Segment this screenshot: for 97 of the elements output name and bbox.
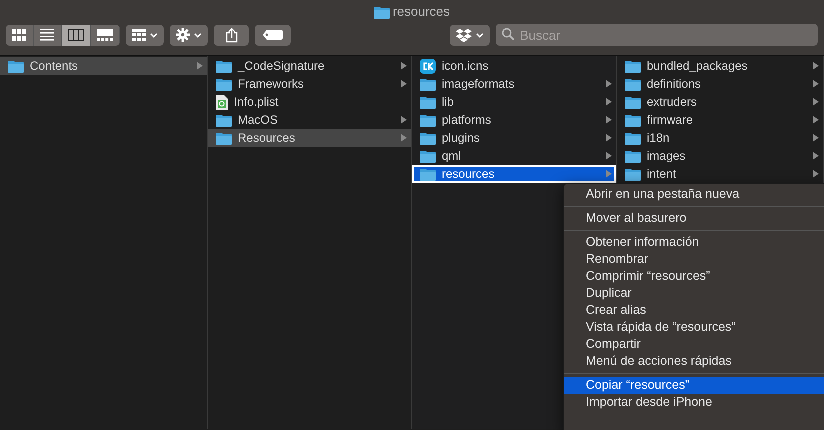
menu-item[interactable]: Mover al basurero <box>564 210 824 227</box>
tag-button[interactable] <box>255 24 291 46</box>
folder-icon <box>625 132 641 144</box>
caret-icon <box>194 32 202 38</box>
folder-icon <box>216 60 232 72</box>
file-name: extruders <box>647 94 698 111</box>
folder-icon <box>420 96 436 108</box>
menu-item[interactable]: Copiar “resources” <box>564 377 824 394</box>
file-name: plugins <box>442 130 482 147</box>
file-name: Frameworks <box>238 76 306 93</box>
folder-icon <box>420 114 436 126</box>
menu-item[interactable]: Compartir <box>564 336 824 353</box>
tag-icon <box>263 30 284 40</box>
share-button[interactable] <box>214 24 250 46</box>
file-row[interactable]: imageformats <box>412 75 616 93</box>
file-name: firmware <box>647 112 694 129</box>
document-icon <box>216 94 228 110</box>
file-name: i18n <box>647 130 671 147</box>
column-view-button[interactable] <box>62 24 91 46</box>
file-name: imageformats <box>442 76 516 93</box>
menu-item[interactable]: Obtener información <box>564 234 824 251</box>
folder-icon <box>625 60 641 72</box>
group-button[interactable] <box>126 24 164 46</box>
file-name: Contents <box>30 58 80 75</box>
file-name: platforms <box>442 112 492 129</box>
file-row[interactable]: intent <box>617 165 823 183</box>
file-row[interactable]: MacOS <box>208 111 411 129</box>
folder-icon <box>625 114 641 126</box>
file-name: _CodeSignature <box>238 58 326 75</box>
file-row[interactable]: Contents <box>0 57 207 75</box>
menu-item[interactable]: Duplicar <box>564 285 824 302</box>
file-name: intent <box>647 166 678 183</box>
folder-icon <box>420 132 436 144</box>
menu-item[interactable]: Menú de acciones rápidas <box>564 353 824 370</box>
file-name: Info.plist <box>234 94 280 111</box>
file-name: bundled_packages <box>647 58 749 75</box>
grid-view-icon <box>12 29 26 41</box>
folder-icon <box>625 150 641 162</box>
menu-item[interactable]: Renombrar <box>564 251 824 268</box>
folder-icon <box>374 6 390 18</box>
file-name: MacOS <box>238 112 280 129</box>
file-name: definitions <box>647 76 702 93</box>
gallery-view-button[interactable] <box>90 24 120 46</box>
folder-icon <box>420 168 436 180</box>
settings-button[interactable] <box>170 24 208 46</box>
search-icon <box>502 28 516 41</box>
file-name: resources <box>442 166 496 183</box>
folder-icon <box>216 132 232 144</box>
file-row[interactable]: icon.icns <box>412 57 616 75</box>
file-name: Resources <box>238 130 296 147</box>
file-row[interactable]: firmware <box>617 111 823 129</box>
caret-icon <box>150 32 158 38</box>
file-row[interactable]: platforms <box>412 111 616 129</box>
app-icon <box>420 58 436 74</box>
file-row[interactable]: Frameworks <box>208 75 411 93</box>
file-row[interactable]: definitions <box>617 75 823 93</box>
file-row[interactable]: Info.plist <box>208 93 411 111</box>
menu-item[interactable]: Importar desde iPhone <box>564 394 824 411</box>
file-row[interactable]: resources <box>412 165 616 183</box>
folder-icon <box>216 114 232 126</box>
file-row[interactable]: extruders <box>617 93 823 111</box>
share-icon <box>226 28 238 42</box>
file-name: qml <box>442 148 462 165</box>
gear-icon <box>176 28 190 42</box>
file-name: lib <box>442 94 456 111</box>
folder-icon <box>420 78 436 90</box>
folder-icon <box>625 168 641 180</box>
grid-view-button[interactable] <box>6 24 34 46</box>
folder-icon <box>8 60 24 72</box>
file-name: icon.icns <box>442 58 490 75</box>
folder-icon <box>420 150 436 162</box>
grid-icon <box>132 29 146 41</box>
menu-item[interactable]: Crear alias <box>564 302 824 319</box>
file-row[interactable]: bundled_packages <box>617 57 823 75</box>
box-stack-icon <box>456 28 472 42</box>
folder-icon <box>625 78 641 90</box>
menu-item[interactable]: Abrir en una pestaña nueva <box>564 186 824 203</box>
menu-item[interactable]: Comprimir “resources” <box>564 268 824 285</box>
window-title: resources <box>392 3 450 22</box>
column-view-icon <box>68 29 84 41</box>
file-row[interactable]: qml <box>412 147 616 165</box>
folder-icon <box>216 78 232 90</box>
caret-icon <box>476 32 484 38</box>
file-row[interactable]: i18n <box>617 129 823 147</box>
folder-icon <box>625 96 641 108</box>
file-row[interactable]: lib <box>412 93 616 111</box>
file-name: images <box>647 148 687 165</box>
search-field[interactable]: Buscar <box>496 24 818 46</box>
file-row[interactable]: _CodeSignature <box>208 57 411 75</box>
list-view-button[interactable] <box>34 24 62 46</box>
file-row[interactable]: Resources <box>208 129 411 147</box>
file-row[interactable]: plugins <box>412 129 616 147</box>
gallery-view-icon <box>96 29 113 41</box>
list-view-icon <box>40 29 54 41</box>
menu-item[interactable]: Vista rápida de “resources” <box>564 319 824 336</box>
dropbox-button[interactable] <box>450 24 490 46</box>
file-row[interactable]: images <box>617 147 823 165</box>
